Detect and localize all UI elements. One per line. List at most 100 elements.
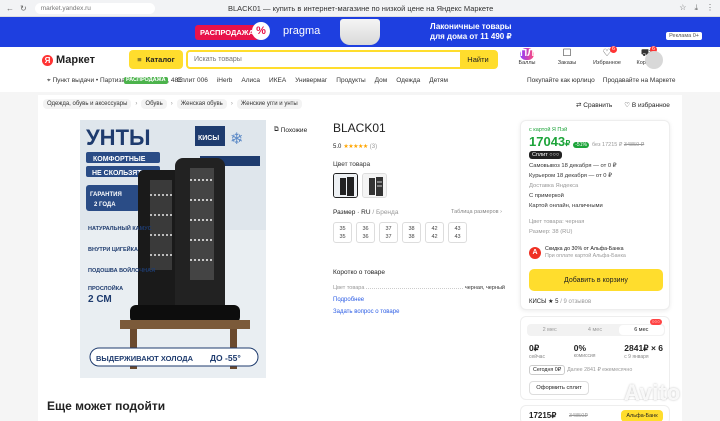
photo-layer: 2 СМ [88,294,112,305]
split-today: Сегодня 0₽ [529,365,566,375]
pickup-delivery: Самовывоз 18 декабря — от 0 ₽ [529,163,617,169]
tab-6-months[interactable]: 6 мес ○○○ [618,319,664,335]
product-rating[interactable]: 5.0 ★★★★★ (3) [333,143,378,151]
catalog-button[interactable]: ≡ Каталог [129,50,183,69]
breadcrumb-item[interactable]: Женские угги и унты [236,99,302,109]
ad-label: Реклама 0+ [666,32,702,40]
search-button[interactable]: Найти [460,52,496,67]
boot-thumb-icon [363,174,386,197]
product-actions: ⇄ Сравнить ♡ В избранное [576,101,670,109]
banner-product-image [340,19,380,45]
rasprodazha-link[interactable]: РАСПРОДАЖА [124,77,168,84]
nav-link-home[interactable]: Дом [375,77,388,84]
breadcrumb-item[interactable]: Одежда, обувь и аксессуары [43,99,132,109]
nav-link-products[interactable]: Продукты [336,77,365,84]
color-option[interactable] [333,173,358,198]
product-photo[interactable]: УНТЫ КИСЫ ❄ КОМФОРТНЫЕ НЕ СКОЛЬЗЯТ ГАРАН… [80,120,266,378]
ask-question-link[interactable]: Задать вопрос о товаре [333,309,399,315]
nav-right-links: Покупайте как юрлицо Продавайте на Марке… [527,77,675,84]
alfa-bank-icon: А [529,247,541,259]
review-count: (3) [369,143,378,150]
rating-value: 5.0 [333,143,342,150]
star-icon: ★★★★★ [343,144,368,150]
size-brand-toggle[interactable]: / Бренда [372,209,398,216]
address-bar[interactable]: market.yandex.ru [34,2,155,14]
alfa-price-card: 17215₽ 34850₽ Альфа-Банк [520,405,670,421]
snowflake-icon: ❄ [230,131,243,148]
reload-icon[interactable]: ↻ [20,4,27,13]
size-option[interactable]: 43 43 [448,222,467,243]
nav-link-kids[interactable]: Детям [429,77,448,84]
alfa-button[interactable]: Альфа-Банк [621,410,663,421]
split-tabs: 2 мес 4 мес 6 мес ○○○ [527,319,665,336]
tab-4-months[interactable]: 4 мес [572,324,617,336]
bookmark-icon[interactable]: ☆ [679,3,686,13]
back-icon[interactable]: ← [6,4,14,13]
more-details-link[interactable]: Подробнее [333,297,364,303]
ad-banner[interactable]: РАСПРОДАЖА % pragma Лаконичные товары дл… [0,17,720,47]
header-icons: ПЛЮС Баллы ☐ Заказы ♡6 Избранное ⛟6 Корз… [512,46,662,66]
photo-bullet: ПРОСЛОЙКА [88,284,123,292]
business-link[interactable]: Покупайте как юрлицо [527,77,595,84]
logo-name: Маркет [56,54,95,66]
size-header: Размер · RU / Бренда [333,209,398,216]
nav-link-univermag[interactable]: Универмаг [295,77,327,84]
compare-button[interactable]: ⇄ Сравнить [576,101,612,109]
points-button[interactable]: ПЛЮС Баллы [512,48,552,66]
size-system[interactable]: · RU [357,209,370,216]
tab-2-months[interactable]: 2 мес [527,324,572,336]
split-badge: ○○○ [649,319,662,325]
split-schedule: Сегодня 0₽ Далее 2841 ₽ ежемесячно [529,365,663,375]
discount-badge: -51% [573,142,589,148]
avatar[interactable] [645,51,663,69]
size-option[interactable]: 36 36 [356,222,375,243]
logo[interactable]: Я Маркет [42,54,95,66]
sub-nav: ⌖ Пункт выдачи • Партизана Железняка, 48… [0,75,720,88]
browser-bar: ← ↻ market.yandex.ru BLACK01 — купить в … [0,0,720,17]
photo-guarantee: ГАРАНТИЯ [90,192,122,198]
sell-link[interactable]: Продавайте на Маркете [603,77,676,84]
selected-size: Размер: 38 (RU) [529,229,573,235]
site-header: Я Маркет ≡ Каталог Найти ПЛЮС Баллы ☐ За… [0,46,720,75]
download-icon[interactable]: ⤓ [694,3,698,13]
photo-bottom-temp: ДО -55° [210,353,241,363]
price: 17043₽ [529,134,571,149]
size-option[interactable]: 42 42 [425,222,444,243]
payment-methods: Картой онлайн, наличными [529,203,603,209]
add-to-cart-button[interactable]: Добавить в корзину [529,269,663,291]
color-option[interactable] [362,173,387,198]
photo-bottom-text: ВЫДЕРЖИВАЮТ ХОЛОДА [96,354,194,363]
similar-button[interactable]: ⧉ Похожие [274,126,307,134]
size-option[interactable]: 37 37 [379,222,398,243]
nav-links: РАСПРОДАЖА Сплит 006 iHerb Алиса ИКЕА Ун… [124,77,448,84]
favorites-button[interactable]: ♡ 6 Избранное [592,46,622,66]
logo-mark: Я [42,54,53,66]
nav-link-iherb[interactable]: iHerb [217,77,233,84]
favorite-button[interactable]: ♡ В избранное [624,101,670,109]
selected-color: Цвет товара: черная [529,219,585,225]
size-option[interactable]: 35 35 [333,222,352,243]
nav-link-ikea[interactable]: ИКЕА [269,77,286,84]
nav-link-clothes[interactable]: Одежда [396,77,420,84]
browser-nav: ← ↻ [6,4,27,13]
dotted-leader [366,288,463,289]
nav-link-alisa[interactable]: Алиса [241,77,260,84]
split-rest: Далее 2841 ₽ ежемесячно [567,367,633,373]
split-apply-button[interactable]: Оформить сплит [529,381,589,395]
promo-line-1: Лаконичные товары [430,22,512,31]
size-table-link[interactable]: Таблица размеров › [451,209,502,215]
seller-info[interactable]: КИСЫ ★ 5 / 9 отзывов [529,298,591,305]
nav-link-split[interactable]: Сплит 006 [177,77,208,84]
attribute-row: Цвет товара черная, черный [333,285,505,291]
split-badge[interactable]: Сплит ○○○ [529,151,563,159]
breadcrumb-item[interactable]: Женская обувь [176,99,227,109]
alfa-bank-offer[interactable]: А Скидка до 30% от Альфа-Банка При оплате… [529,244,663,262]
size-option[interactable]: 38 38 [402,222,421,243]
breadcrumb-item[interactable]: Обувь [141,99,167,109]
split-monthly: 2841₽ × 6с 9 января [624,343,663,360]
split-commission: 0% комиссия [573,343,596,359]
search-input[interactable] [188,52,460,67]
chevron-right-icon: › [135,101,138,107]
menu-icon[interactable]: ⋮ [706,3,714,13]
orders-button[interactable]: ☐ Заказы [552,48,582,66]
